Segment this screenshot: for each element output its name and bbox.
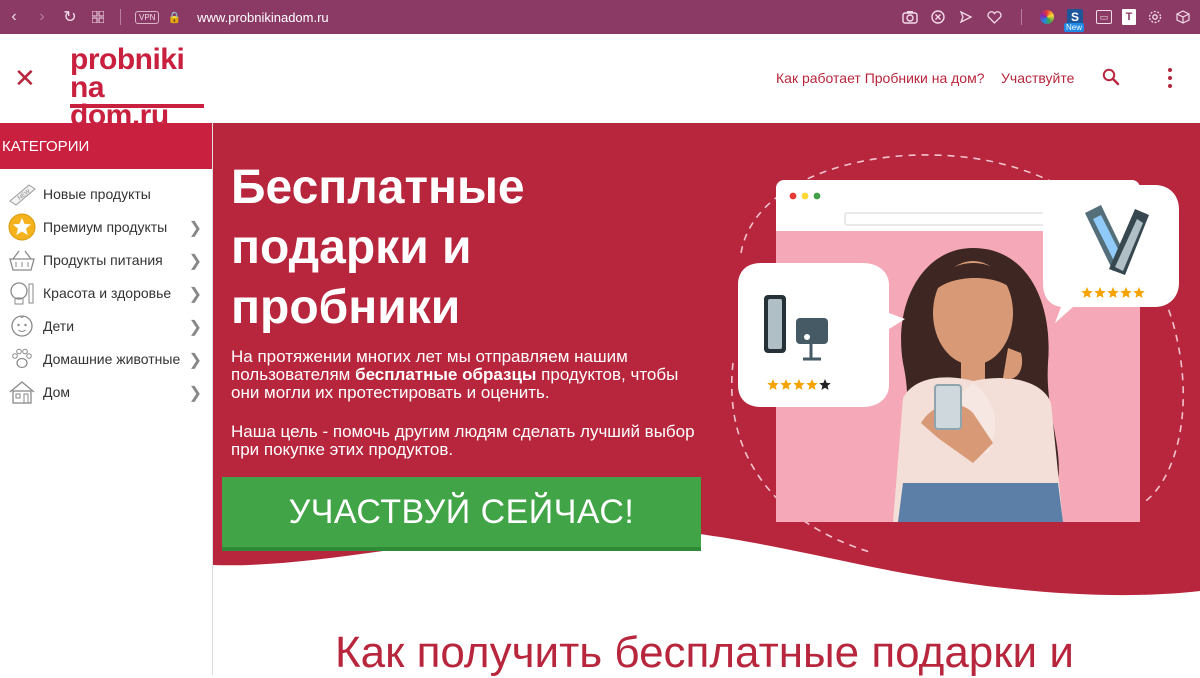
close-menu-icon[interactable]: ✕ [14, 65, 36, 91]
house-icon [6, 378, 38, 406]
food-basket-icon [6, 246, 38, 274]
hero-title-line: пробники [231, 281, 461, 334]
nav-link-participate[interactable]: Участвуйте [1001, 70, 1074, 86]
baby-face-icon [6, 312, 38, 340]
extension-bar: S New ▭ T [901, 0, 1192, 34]
new-extension-icon[interactable]: S New [1064, 8, 1086, 32]
sidebar-item-label: Дети [43, 317, 75, 334]
chevron-right-icon: ❯ [188, 319, 202, 336]
sidebar-item-label: Красота и здоровье [43, 284, 172, 301]
section-heading: Как получить бесплатные подарки и [335, 628, 1074, 677]
site-logo[interactable]: probniki na dom.ru [70, 43, 206, 131]
extension-separator [1021, 9, 1022, 25]
camera-icon[interactable] [901, 8, 919, 26]
color-picker-icon[interactable] [1040, 10, 1054, 24]
send-icon[interactable] [957, 8, 975, 26]
search-icon[interactable] [1102, 68, 1120, 86]
settings-icon[interactable] [1146, 8, 1164, 26]
participate-now-button[interactable]: УЧАСТВУЙ СЕЙЧАС! [222, 477, 701, 551]
hero-goal-text: Наша цель - помочь другим людям сделать … [231, 422, 695, 459]
vpn-badge[interactable]: VPN [135, 10, 160, 24]
sidebar-item-premium[interactable]: Премиум продукты ❯ [0, 210, 212, 243]
hero-title-line: подарки и [231, 221, 472, 274]
heart-icon[interactable] [985, 8, 1003, 26]
sidebar-item-label: Домашние животные [43, 350, 181, 367]
sidebar-title: КАТЕГОРИИ [0, 123, 212, 169]
sidebar-item-beauty[interactable]: Красота и здоровье ❯ [0, 276, 212, 309]
category-sidebar: КАТЕГОРИИ NEW Новые продукты Премиум про… [0, 123, 213, 675]
cosmetics-icon [6, 279, 38, 307]
chevron-right-icon: ❯ [188, 286, 202, 303]
logo-line-2: na dom.ru [70, 71, 169, 132]
sidebar-item-food[interactable]: Продукты питания ❯ [0, 243, 212, 276]
sidebar-item-new-products[interactable]: NEW Новые продукты [0, 177, 212, 210]
category-list: NEW Новые продукты Премиум продукты ❯ Пр… [0, 169, 212, 408]
new-tag-icon: NEW [6, 180, 38, 208]
paw-icon [6, 345, 38, 373]
cube-icon[interactable] [1174, 8, 1192, 26]
sidebar-item-label: Дом [43, 383, 71, 400]
star-icon [6, 213, 38, 241]
forward-icon[interactable]: › [28, 0, 56, 34]
sidebar-item-home[interactable]: Дом ❯ [0, 375, 212, 408]
sidebar-item-label: Новые продукты [43, 185, 151, 202]
translate-extension-icon[interactable]: T [1122, 9, 1136, 25]
browser-toolbar: ‹ › ↻ VPN 🔒 www.probnikinadom.ru S New ▭… [0, 0, 1200, 34]
nav-link-how-it-works[interactable]: Как работает Пробники на дом? [776, 70, 985, 86]
chevron-right-icon: ❯ [188, 385, 202, 402]
more-menu-icon[interactable] [1166, 68, 1174, 88]
site-header: ✕ probniki na dom.ru Как работает Пробни… [0, 34, 1200, 131]
hero-description: На протяжении многих лет мы отправляем н… [231, 348, 701, 402]
toolbar-separator [120, 9, 121, 25]
address-bar[interactable]: www.probnikinadom.ru [197, 10, 329, 25]
reload-icon[interactable]: ↻ [56, 0, 84, 34]
review-bubble-right [1043, 185, 1179, 323]
hero-banner: Бесплатные подарки и пробники На протяже… [213, 123, 1200, 675]
chevron-right-icon: ❯ [188, 253, 202, 270]
sidebar-item-pets[interactable]: Домашние животные ❯ [0, 342, 212, 375]
chevron-right-icon: ❯ [188, 352, 202, 369]
review-bubble-left [738, 263, 905, 407]
back-icon[interactable]: ‹ [0, 0, 28, 34]
logo-line-1: probniki [70, 43, 185, 76]
lock-icon[interactable]: 🔒 [167, 11, 181, 24]
logo-underline [70, 104, 204, 108]
sidebar-item-kids[interactable]: Дети ❯ [0, 309, 212, 342]
new-badge: New [1064, 23, 1085, 32]
sidebar-item-label: Продукты питания [43, 251, 163, 268]
tabs-grid-icon[interactable] [84, 0, 112, 34]
hero-title-line: Бесплатные [231, 161, 525, 214]
hero-title: Бесплатные подарки и пробники [231, 158, 651, 338]
hero-description-bold: бесплатные образцы [355, 365, 537, 384]
sidebar-item-label: Премиум продукты [43, 218, 168, 235]
chevron-right-icon: ❯ [188, 220, 202, 237]
adblock-icon[interactable] [929, 8, 947, 26]
image-extension-icon[interactable]: ▭ [1096, 10, 1112, 24]
